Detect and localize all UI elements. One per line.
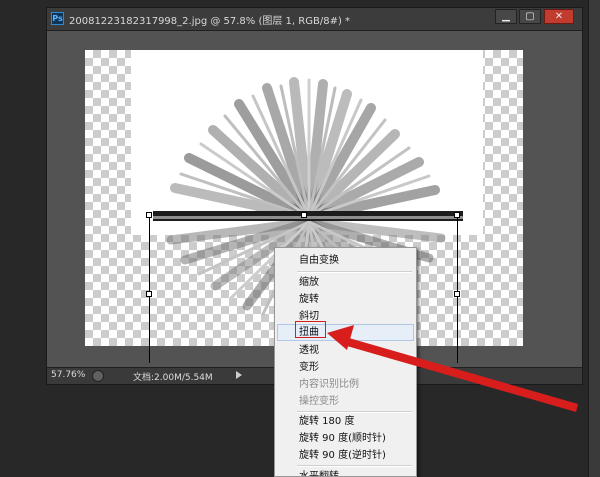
annotation-arrow-icon — [327, 325, 578, 412]
